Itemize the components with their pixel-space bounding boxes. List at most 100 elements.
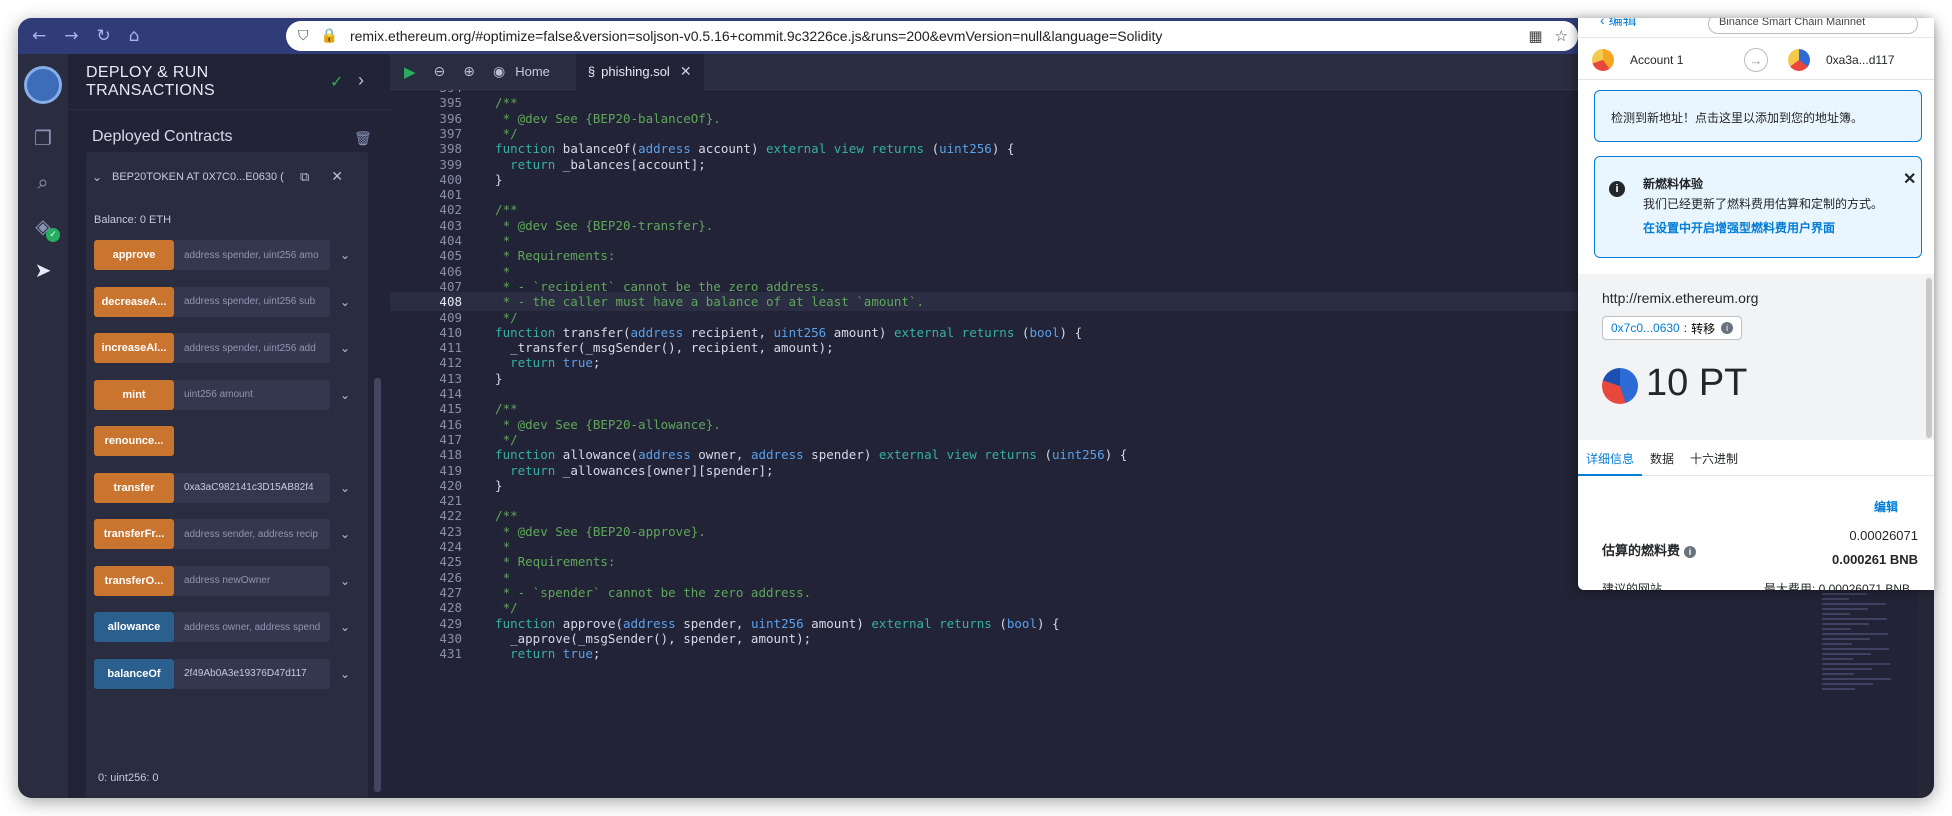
contract-balance: Balance: 0 ETH: [94, 214, 172, 226]
function-button[interactable]: balanceOf: [94, 658, 174, 689]
transfer-amount: 10 PT: [1646, 362, 1748, 404]
info-icon[interactable]: i: [1684, 546, 1697, 558]
function-args-input[interactable]: 2f49Ab0A3e19376D47d117: [174, 658, 330, 689]
function-args-input[interactable]: address spender, uint256 amo: [174, 240, 330, 270]
qr-code-icon[interactable]: ▦: [1528, 27, 1542, 45]
minimap-line: [1822, 683, 1873, 685]
chevron-down-icon[interactable]: ⌄: [340, 667, 350, 681]
function-button[interactable]: increaseAl...: [94, 333, 174, 363]
function-row: increaseAl... address spender, uint256 ad…: [94, 333, 360, 363]
function-row: transferFr... address sender, address rec…: [94, 519, 360, 549]
site-info-icon[interactable]: 🔒: [321, 28, 338, 44]
reload-icon[interactable]: ↻: [97, 27, 111, 45]
info-icon: i: [1609, 181, 1625, 197]
function-button[interactable]: transfer: [94, 472, 174, 503]
recipient-avatar: [1788, 49, 1810, 71]
minimap-line: [1822, 633, 1888, 635]
chevron-down-icon[interactable]: ⌄: [340, 574, 350, 588]
function-args-input[interactable]: address spender, uint256 add: [174, 333, 330, 363]
close-icon[interactable]: ✕: [1903, 169, 1916, 189]
minimap-line: [1822, 663, 1890, 665]
info-icon[interactable]: i: [1721, 322, 1734, 334]
gas-experience-notice: i 新燃料体验 我们已经更新了燃料费用估算和定制的方式。 在设置中开启增强型燃料…: [1594, 156, 1922, 258]
zoom-in-icon[interactable]: ⊕: [463, 64, 475, 80]
function-args-input[interactable]: uint256 amount: [174, 379, 330, 410]
copy-icon[interactable]: ⧉: [300, 169, 309, 185]
function-args-input[interactable]: address sender, address recip: [174, 519, 330, 549]
shield-icon[interactable]: ⛉: [298, 28, 309, 44]
edit-gas-link[interactable]: 编辑: [1874, 498, 1898, 515]
code-token: return: [480, 646, 563, 662]
function-row: decreaseA... address spender, uint256 sub…: [94, 286, 360, 317]
url-text[interactable]: remix.ethereum.org/#optimize=false&versi…: [350, 28, 1510, 44]
code-line[interactable]: 431 return true;: [390, 644, 1934, 663]
tab-data[interactable]: 数据: [1642, 440, 1682, 476]
function-args-input[interactable]: address newOwner: [174, 565, 330, 596]
new-address-notice[interactable]: 检测到新地址！点击这里以添加到您的地址簿。: [1594, 90, 1922, 142]
tab-details[interactable]: 详细信息: [1578, 440, 1643, 476]
network-selector[interactable]: Binance Smart Chain Mainnet: [1708, 18, 1918, 34]
address-bar-actions: ▦ ☆: [1528, 27, 1568, 45]
chevron-down-icon[interactable]: ⌄: [340, 341, 350, 355]
account-avatar: [1592, 49, 1614, 71]
file-tab-label: phishing.sol: [601, 64, 670, 79]
function-row: transferO... address newOwner ⌄: [94, 565, 360, 596]
function-button[interactable]: mint: [94, 379, 174, 410]
tab-phishing-sol[interactable]: § phishing.sol ✕: [575, 53, 704, 90]
chevron-right-icon[interactable]: ›: [358, 70, 364, 91]
minimap-line: [1822, 638, 1870, 640]
minimap-line: [1822, 598, 1849, 600]
function-button[interactable]: decreaseA...: [94, 286, 174, 317]
chevron-down-icon[interactable]: ⌄: [340, 620, 350, 634]
solidity-compiler-icon[interactable]: ◈ ✓: [18, 204, 68, 248]
chevron-down-icon[interactable]: ⌄: [340, 481, 350, 495]
contract-header[interactable]: ⌄ BEP20TOKEN AT 0X7C0...E0630 ( ⧉ ✕: [92, 168, 362, 185]
deploy-run-icon[interactable]: ➤: [18, 248, 68, 292]
close-tab-icon[interactable]: ✕: [680, 63, 692, 80]
address-bar[interactable]: ⛉ 🔒 remix.ethereum.org/#optimize=false&v…: [286, 21, 1578, 51]
back-icon[interactable]: ←: [32, 27, 46, 45]
chevron-down-icon[interactable]: ⌄: [340, 295, 350, 309]
contract-method-pill[interactable]: 0x7c0...0630 : 转移 i: [1602, 316, 1743, 340]
remix-logo-icon[interactable]: [18, 54, 68, 116]
function-args-input[interactable]: address owner, address spend: [174, 612, 330, 642]
function-button[interactable]: transferO...: [94, 565, 174, 596]
home-tab-icon[interactable]: ◉: [493, 64, 505, 80]
minimap-line: [1822, 668, 1872, 670]
trash-icon[interactable]: 🗑: [354, 130, 372, 147]
function-button[interactable]: approve: [94, 240, 174, 270]
minimap-line: [1822, 653, 1871, 655]
enhanced-gas-link[interactable]: 在设置中开启增强型燃料费用户界面: [1643, 219, 1835, 236]
account-row: Account 1 → 0xa3a...d117: [1578, 38, 1934, 80]
forward-icon[interactable]: →: [64, 27, 78, 45]
wallet-scrollbar[interactable]: [1926, 278, 1932, 438]
function-args-input[interactable]: 0xa3aC982141c3D15AB82f4: [174, 472, 330, 503]
chevron-down-icon[interactable]: ⌄: [340, 248, 350, 262]
function-button[interactable]: allowance: [94, 612, 174, 642]
close-icon[interactable]: ✕: [331, 168, 343, 185]
tab-hex[interactable]: 十六进制: [1682, 440, 1746, 476]
bookmark-star-icon[interactable]: ☆: [1555, 27, 1568, 45]
function-row: approve address spender, uint256 amo ⌄: [94, 240, 360, 270]
file-explorer-icon[interactable]: ❐: [18, 116, 68, 160]
chevron-down-icon[interactable]: ⌄: [340, 388, 350, 402]
chevron-down-icon[interactable]: ⌄: [340, 527, 350, 541]
account-name[interactable]: Account 1: [1630, 53, 1683, 67]
tab-home[interactable]: Home: [515, 64, 550, 79]
chevron-down-icon[interactable]: ⌄: [92, 170, 112, 184]
zoom-out-icon[interactable]: ⊖: [434, 64, 446, 80]
edit-back-link[interactable]: ‹ 编辑: [1600, 18, 1637, 30]
panel-title: DEPLOY & RUN TRANSACTIONS: [86, 63, 215, 99]
search-icon[interactable]: ⌕: [18, 160, 68, 204]
home-icon[interactable]: ⌂: [129, 27, 140, 45]
function-button[interactable]: renounce...: [94, 426, 174, 456]
function-button[interactable]: transferFr...: [94, 519, 174, 549]
wallet-tabs: 详细信息 数据 十六进制: [1578, 440, 1934, 476]
contract-name: BEP20TOKEN AT 0X7C0...E0630 (: [112, 170, 284, 183]
panel-scrollbar[interactable]: [374, 378, 381, 792]
function-args-input[interactable]: address spender, uint256 sub: [174, 286, 330, 317]
logo-circle: [24, 66, 62, 104]
run-play-icon[interactable]: ▶: [404, 63, 416, 81]
contract-address[interactable]: 0x7c0...0630: [1611, 321, 1680, 335]
recipient-address[interactable]: 0xa3a...d117: [1826, 53, 1895, 67]
